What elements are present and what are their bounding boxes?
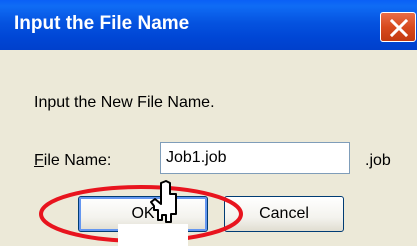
dialog-title: Input the File Name (14, 13, 190, 34)
close-icon (390, 19, 408, 37)
close-button[interactable] (380, 12, 416, 42)
file-name-input[interactable] (160, 142, 350, 174)
file-name-label: File Name: (34, 152, 111, 170)
file-name-accelerator: F (34, 152, 44, 169)
file-name-label-rest: ile Name: (43, 152, 112, 169)
cancel-button[interactable]: Cancel (224, 196, 344, 232)
ok-button[interactable]: OK (78, 196, 208, 232)
dialog-body: Input the New File Name. File Name: .job… (0, 50, 417, 246)
instruction-text: Input the New File Name. (34, 94, 215, 111)
extension-label: .job (365, 152, 391, 169)
title-bar: Input the File Name (0, 0, 417, 50)
input-file-name-dialog: Input the File Name Input the New File N… (0, 0, 417, 246)
